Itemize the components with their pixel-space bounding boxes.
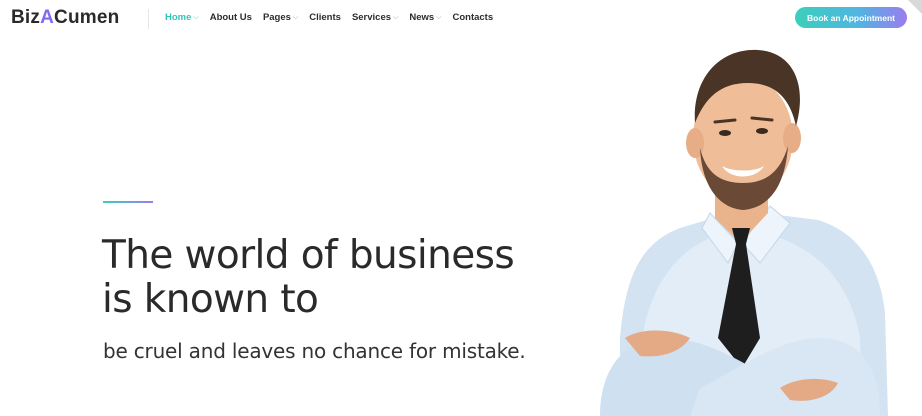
logo[interactable]: BizACumen xyxy=(11,7,119,29)
nav-label-services: Services xyxy=(351,12,392,23)
nav-item-about-us[interactable]: About Us xyxy=(210,12,252,23)
chevron-down-icon: ⌵ xyxy=(436,13,442,21)
nav-item-services[interactable]: Services ⌵ xyxy=(352,12,398,23)
hero-subtitle: be cruel and leaves no chance for mistak… xyxy=(103,339,526,363)
nav-item-contacts[interactable]: Contacts xyxy=(452,12,493,23)
logo-text-part3: Cumen xyxy=(54,7,120,28)
chevron-down-icon: ⌵ xyxy=(193,13,199,21)
businessman-illustration xyxy=(600,49,888,416)
chevron-down-icon: ⌵ xyxy=(393,13,399,21)
nav-item-clients[interactable]: Clients xyxy=(309,12,341,23)
hero-accent-line xyxy=(103,201,153,203)
logo-text-part1: Biz xyxy=(11,7,41,28)
nav-label-about-us: About Us xyxy=(209,12,252,23)
hero-title-line2: is known to xyxy=(102,277,319,322)
chevron-down-icon: ⌵ xyxy=(292,13,299,21)
hero-title: The world of business is known to xyxy=(102,234,562,322)
nav-item-pages[interactable]: Pages ⌵ xyxy=(263,12,298,23)
book-appointment-button[interactable]: Book an Appointment xyxy=(795,7,907,28)
site-header: BizACumen Home ⌵ About Us Pages ⌵ Client… xyxy=(0,0,922,38)
nav-item-home[interactable]: Home ⌵ xyxy=(165,12,199,23)
logo-text-accent: A xyxy=(40,7,55,28)
hero-title-line1: The world of business xyxy=(102,233,515,278)
nav-item-news[interactable]: News ⌵ xyxy=(409,12,441,23)
nav-label-contacts: Contacts xyxy=(452,12,494,23)
nav-label-clients: Clients xyxy=(309,12,341,23)
main-nav: Home ⌵ About Us Pages ⌵ Clients Services… xyxy=(165,12,504,23)
nav-label-pages: Pages xyxy=(262,12,291,23)
logo-divider xyxy=(148,9,149,29)
corner-fold-icon[interactable] xyxy=(908,0,922,14)
nav-label-news: News xyxy=(409,12,435,23)
nav-label-home: Home xyxy=(165,12,192,23)
